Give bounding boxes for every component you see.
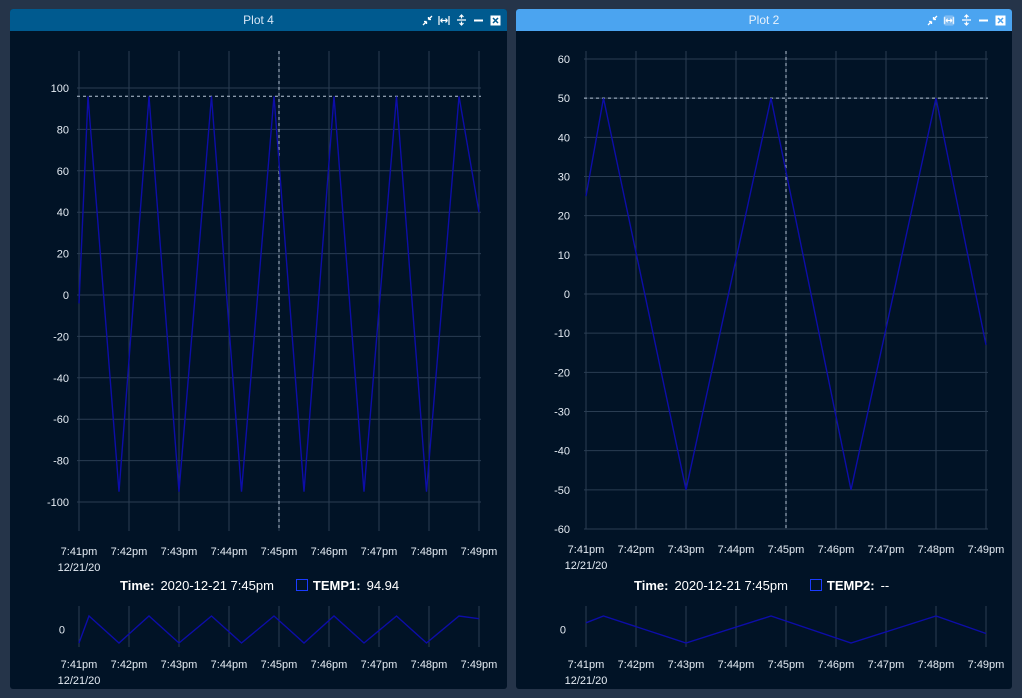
y-tick-label: 0 — [564, 289, 570, 301]
series-value: -- — [880, 577, 890, 593]
series-value: 94.94 — [366, 577, 400, 593]
x-tick-label: 7:48pm — [411, 546, 448, 558]
overview-x-tick-label: 7:45pm — [261, 659, 298, 671]
y-tick-label: 40 — [558, 132, 570, 144]
overview-x-tick-label: 7:48pm — [411, 659, 448, 671]
panel-title: Plot 2 — [748, 13, 780, 27]
panel-title: Plot 4 — [243, 13, 274, 27]
overview-x-tick-label: 7:43pm — [668, 659, 705, 671]
collapse-icon[interactable] — [926, 14, 938, 26]
y-tick-label: 30 — [558, 172, 570, 184]
x-tick-label: 7:46pm — [818, 544, 855, 556]
series-swatch[interactable] — [809, 579, 822, 591]
x-tick-label: 7:47pm — [868, 544, 905, 556]
overview-x-tick-label: 7:43pm — [161, 659, 198, 671]
panel-titlebar[interactable]: Plot 2 — [516, 9, 1012, 31]
y-tick-label: -100 — [47, 497, 69, 509]
minimize-icon[interactable] — [472, 14, 484, 26]
y-tick-label: -50 — [554, 485, 570, 497]
close-icon[interactable] — [994, 14, 1006, 26]
y-tick-label: -60 — [53, 414, 69, 426]
x-tick-label: 7:43pm — [668, 544, 705, 556]
y-tick-label: 20 — [558, 211, 570, 223]
close-icon[interactable] — [489, 14, 501, 26]
collapse-icon[interactable] — [421, 14, 433, 26]
overview-x-date-label: 12/21/20 — [58, 675, 101, 687]
plot-panel-1: Plot 4 7:41pm 7:41pm 7:42pm 7:42pm 7:43pm 7:4… — [10, 9, 507, 689]
x-tick-label: 7:42pm — [618, 544, 655, 556]
y-tick-label: 0 — [63, 290, 69, 302]
y-tick-label: 40 — [57, 207, 69, 219]
x-tick-label: 7:48pm — [918, 544, 955, 556]
panel-toolbar — [421, 9, 501, 31]
overview-x-tick-label: 7:45pm — [768, 659, 805, 671]
x-tick-label: 7:49pm — [461, 546, 498, 558]
overview-y-tick-label: 0 — [59, 625, 65, 637]
x-tick-label: 7:44pm — [718, 544, 755, 556]
legend-row: Time: 2020-12-21 7:45pm TEMP1: 94.94 — [120, 576, 399, 594]
y-tick-label: 60 — [57, 166, 69, 178]
series-label: TEMP2: — [826, 577, 875, 593]
x-tick-label: 7:45pm — [768, 544, 805, 556]
x-tick-label: 7:49pm — [968, 544, 1005, 556]
time-value: 2020-12-21 7:45pm — [160, 577, 274, 593]
panel-toolbar — [926, 9, 1006, 31]
overview-y-tick-label: 0 — [560, 625, 566, 637]
overview-x-tick-label: 7:41pm — [61, 659, 98, 671]
fit-vertical-icon[interactable] — [960, 14, 972, 26]
series-label: TEMP1: — [312, 577, 361, 593]
minimize-icon[interactable] — [977, 14, 989, 26]
plot-panel-2: Plot 2 7:41pm 7:41pm 7:42pm 7:42pm 7:43pm 7:4… — [516, 9, 1012, 689]
y-tick-label: -40 — [53, 373, 69, 385]
x-tick-label: 7:45pm — [261, 546, 298, 558]
y-tick-label: -30 — [554, 407, 570, 419]
overview-x-tick-label: 7:47pm — [868, 659, 905, 671]
x-date-label: 12/21/20 — [58, 562, 101, 574]
y-tick-label: -10 — [554, 328, 570, 340]
x-tick-label: 7:47pm — [361, 546, 398, 558]
overview-x-tick-label: 7:47pm — [361, 659, 398, 671]
overview-x-tick-label: 7:46pm — [818, 659, 855, 671]
overview-x-date-label: 12/21/20 — [565, 675, 608, 687]
fit-horizontal-icon[interactable] — [438, 14, 450, 26]
overview-x-tick-label: 7:44pm — [211, 659, 248, 671]
y-tick-label: 100 — [51, 83, 69, 95]
overview-x-tick-label: 7:42pm — [111, 659, 148, 671]
x-tick-label: 7:44pm — [211, 546, 248, 558]
time-label: Time: — [634, 577, 669, 593]
series-swatch[interactable] — [295, 579, 308, 591]
y-tick-label: 50 — [558, 93, 570, 105]
fit-horizontal-icon[interactable] — [943, 14, 955, 26]
y-tick-label: -40 — [554, 446, 570, 458]
overview-x-tick-label: 7:44pm — [718, 659, 755, 671]
fit-vertical-icon[interactable] — [455, 14, 467, 26]
overview-x-tick-label: 7:48pm — [918, 659, 955, 671]
y-tick-label: -60 — [554, 524, 570, 536]
x-tick-label: 7:46pm — [311, 546, 348, 558]
y-tick-label: -20 — [554, 367, 570, 379]
overview-x-tick-label: 7:41pm — [568, 659, 605, 671]
y-tick-label: -20 — [53, 331, 69, 343]
overview-x-tick-label: 7:49pm — [461, 659, 498, 671]
x-tick-label: 7:43pm — [161, 546, 198, 558]
x-tick-label: 7:42pm — [111, 546, 148, 558]
y-tick-label: -80 — [53, 456, 69, 468]
panel-titlebar[interactable]: Plot 4 — [10, 9, 507, 31]
x-date-label: 12/21/20 — [565, 560, 608, 572]
overview-x-tick-label: 7:42pm — [618, 659, 655, 671]
legend-row: Time: 2020-12-21 7:45pm TEMP2: -- — [634, 576, 889, 594]
time-value: 2020-12-21 7:45pm — [674, 577, 788, 593]
x-tick-label: 7:41pm — [568, 544, 605, 556]
y-tick-label: 80 — [57, 124, 69, 136]
overview-x-tick-label: 7:49pm — [968, 659, 1005, 671]
y-tick-label: 60 — [558, 54, 570, 66]
y-tick-label: 10 — [558, 250, 570, 262]
y-tick-label: 20 — [57, 249, 69, 261]
time-label: Time: — [120, 577, 155, 593]
overview-x-tick-label: 7:46pm — [311, 659, 348, 671]
x-tick-label: 7:41pm — [61, 546, 98, 558]
